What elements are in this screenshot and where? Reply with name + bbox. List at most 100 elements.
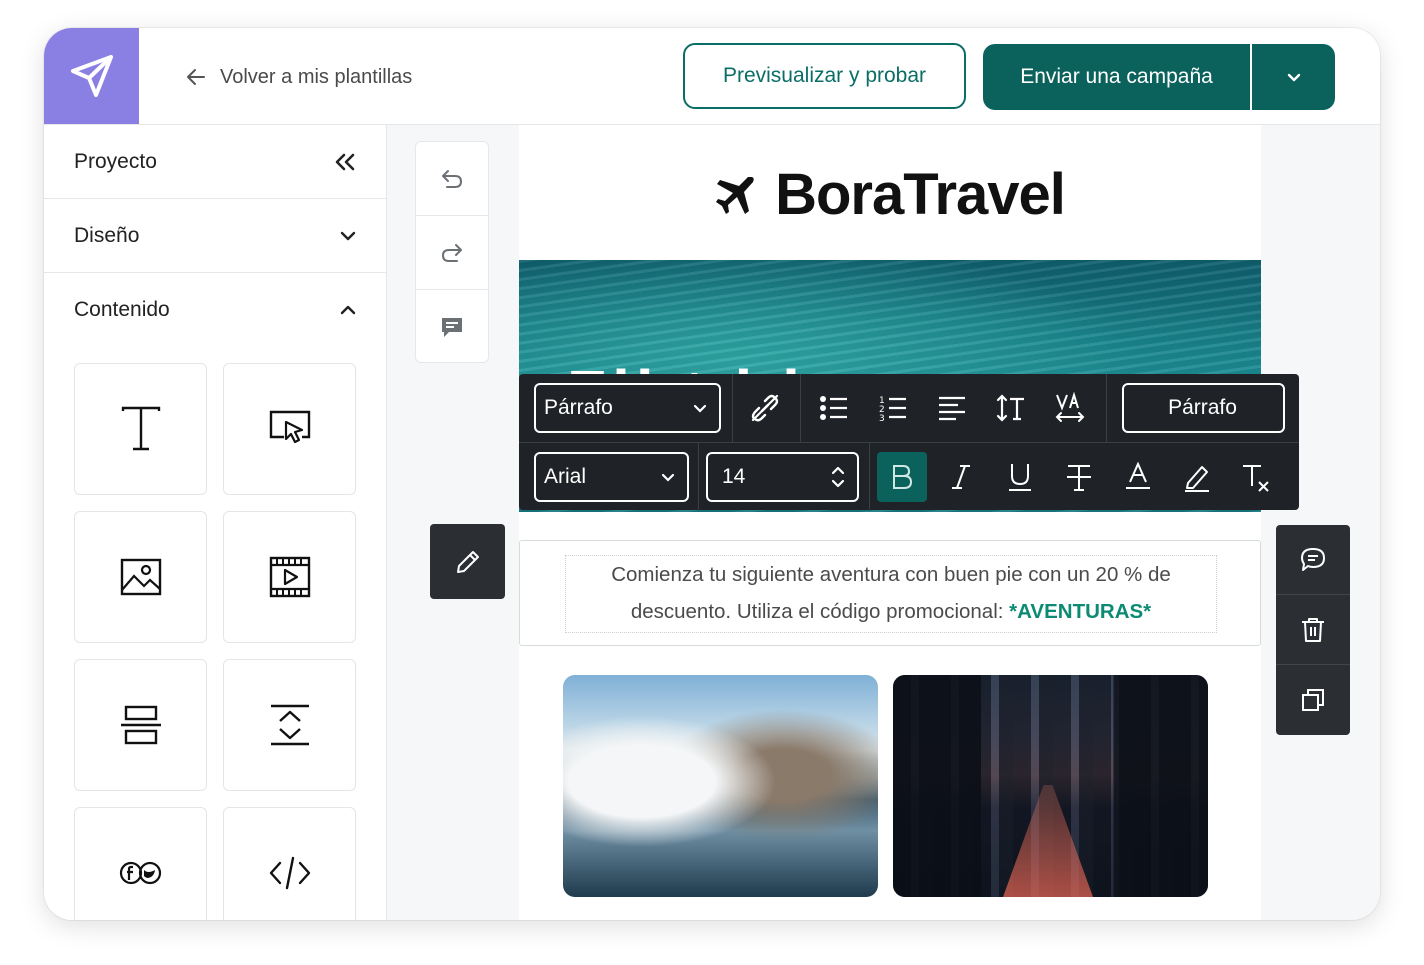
numbered-list-button[interactable]: 1 2 3	[868, 383, 918, 433]
back-to-templates-link[interactable]: Volver a mis plantillas	[184, 60, 412, 94]
letter-spacing-button[interactable]	[1045, 383, 1095, 433]
city-night-photo[interactable]	[893, 675, 1208, 897]
underline-button[interactable]	[995, 452, 1045, 502]
code-icon	[269, 856, 310, 890]
toolbar-divider	[869, 443, 870, 511]
paragraph-text[interactable]: Comienza tu siguiente aventura con buen …	[565, 555, 1217, 633]
chevron-up-icon	[340, 305, 356, 315]
comments-button[interactable]	[416, 290, 488, 364]
preview-test-button[interactable]: Previsualizar y probar	[683, 43, 966, 109]
undo-icon	[442, 169, 462, 188]
highlight-button[interactable]	[1172, 452, 1222, 502]
edit-block-button[interactable]	[430, 524, 505, 599]
sidebar: Proyecto Diseño Contenido	[44, 125, 387, 920]
toolbar-divider	[800, 374, 801, 442]
video-block-tile[interactable]	[223, 511, 356, 643]
toolbar-row-top: Párrafo 1 2 3 Párrafo	[519, 374, 1299, 442]
block-type-select[interactable]: Párrafo	[534, 383, 721, 433]
font-size-stepper[interactable]: 14	[706, 452, 859, 502]
stepper-arrows-icon	[831, 466, 845, 488]
delete-block-button[interactable]	[1276, 595, 1350, 665]
sidebar-item-label: Diseño	[74, 223, 140, 247]
top-bar: Volver a mis plantillas Previsualizar y …	[44, 28, 1380, 125]
strikethrough-icon	[1067, 465, 1091, 491]
redo-button[interactable]	[416, 216, 488, 290]
sidebar-item-diseno[interactable]: Diseño	[44, 199, 386, 273]
brand-header[interactable]: BoraTravel	[519, 161, 1261, 228]
bullet-list-icon	[820, 396, 847, 420]
app-logo[interactable]	[44, 28, 139, 124]
comment-block-button[interactable]	[1276, 525, 1350, 595]
text-style-value: Párrafo	[1168, 396, 1237, 419]
italic-icon	[952, 465, 970, 489]
block-actions	[1276, 525, 1350, 735]
letter-spacing-icon	[1055, 392, 1085, 422]
unlink-button[interactable]	[740, 383, 790, 433]
sidebar-item-proyecto[interactable]: Proyecto	[44, 125, 386, 199]
divider-block-tile[interactable]	[74, 659, 207, 791]
bullet-list-button[interactable]	[809, 383, 859, 433]
social-block-tile[interactable]	[74, 807, 207, 920]
font-family-select[interactable]: Arial	[534, 452, 689, 502]
content-blocks-grid	[74, 363, 356, 920]
spacer-block-tile[interactable]	[223, 659, 356, 791]
clear-format-button[interactable]	[1231, 452, 1281, 502]
arrow-left-icon	[187, 69, 205, 85]
highlighter-icon	[1185, 466, 1209, 492]
align-left-button[interactable]	[927, 383, 977, 433]
line-height-icon	[996, 394, 1024, 422]
brand-name: BoraTravel	[775, 162, 1066, 227]
text-block-tile[interactable]	[74, 363, 207, 495]
strikethrough-button[interactable]	[1054, 452, 1104, 502]
text-color-button[interactable]	[1113, 452, 1163, 502]
numbered-list-icon: 1 2 3	[879, 396, 906, 422]
sidebar-item-label: Contenido	[74, 298, 170, 321]
chevron-down-icon	[340, 231, 356, 240]
comment-icon	[442, 318, 462, 337]
button-cursor-icon	[269, 410, 310, 444]
html-block-tile[interactable]	[223, 807, 356, 920]
selected-text-block[interactable]: Comienza tu siguiente aventura con buen …	[519, 540, 1261, 646]
editor-window: Volver a mis plantillas Previsualizar y …	[44, 28, 1380, 920]
clear-format-icon	[1243, 465, 1269, 492]
sidebar-item-label: Proyecto	[74, 149, 157, 173]
duplicate-icon	[1302, 689, 1324, 711]
pencil-icon	[456, 550, 479, 573]
promo-code: *AVENTURAS*	[1009, 600, 1152, 623]
block-type-value: Párrafo	[544, 396, 613, 419]
sidebar-item-contenido[interactable]: Contenido	[44, 273, 386, 347]
undo-button[interactable]	[416, 142, 488, 216]
text-color-icon	[1126, 462, 1150, 489]
send-campaign-button[interactable]: Enviar una campaña	[983, 44, 1252, 110]
italic-button[interactable]	[936, 452, 986, 502]
divider-icon	[120, 705, 161, 745]
bold-button[interactable]	[877, 452, 927, 502]
underline-icon	[1009, 464, 1031, 491]
collapse-sidebar-icon[interactable]	[332, 152, 358, 172]
bold-icon	[893, 465, 913, 489]
speech-bubble-icon	[1301, 547, 1325, 571]
duplicate-block-button[interactable]	[1276, 665, 1350, 735]
align-left-icon	[939, 396, 965, 421]
glacier-lake-photo[interactable]	[563, 675, 878, 897]
send-button-label: Enviar una campaña	[1020, 65, 1213, 88]
unlink-icon	[751, 394, 779, 422]
send-campaign-button-group: Enviar una campaña	[983, 44, 1335, 110]
button-block-tile[interactable]	[223, 363, 356, 495]
text-format-toolbar: Párrafo 1 2 3 Párrafo Arial 14	[519, 374, 1299, 511]
text-style-select[interactable]: Párrafo	[1122, 383, 1285, 433]
spacer-icon	[270, 704, 309, 746]
redo-icon	[442, 243, 462, 262]
trash-icon	[1302, 617, 1324, 642]
chevron-down-icon	[693, 404, 707, 413]
image-block-tile[interactable]	[74, 511, 207, 643]
image-icon	[120, 558, 161, 596]
history-tools	[415, 141, 489, 363]
paper-plane-icon	[70, 55, 113, 97]
svg-text:3: 3	[879, 414, 885, 422]
back-link-label: Volver a mis plantillas	[220, 65, 413, 88]
toolbar-row-bottom: Arial 14	[519, 442, 1299, 511]
chevron-down-icon	[1287, 73, 1300, 82]
line-height-button[interactable]	[986, 383, 1036, 433]
send-options-dropdown[interactable]	[1252, 44, 1335, 110]
